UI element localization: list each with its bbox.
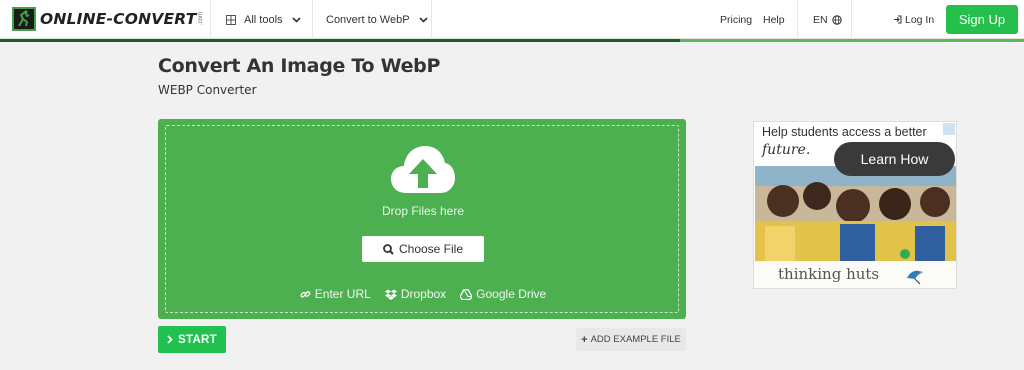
ad-photo <box>755 166 956 261</box>
page-title: Convert An Image To WebP <box>158 55 441 77</box>
start-button[interactable]: START <box>158 326 226 353</box>
ad-headline-2: future. <box>762 142 811 158</box>
logo-text: ONLINE-CONVERT <box>40 10 197 28</box>
dropbox-icon <box>384 289 397 300</box>
all-tools-label: All tools <box>244 13 283 26</box>
language-label: EN <box>813 13 828 26</box>
header-accent-left <box>0 39 680 42</box>
choose-file-button[interactable]: Choose File <box>362 236 484 262</box>
logo-com: .com <box>197 12 204 26</box>
drop-files-text: Drop Files here <box>381 204 465 218</box>
help-link[interactable]: Help <box>763 0 785 39</box>
link-icon <box>300 290 311 298</box>
pricing-link[interactable]: Pricing <box>720 0 752 39</box>
sign-up-button[interactable]: Sign Up <box>946 5 1018 34</box>
add-example-label: ADD EXAMPLE FILE <box>590 334 681 345</box>
globe-icon <box>831 14 842 25</box>
convert-to-webp-label: Convert to WebP <box>326 13 410 26</box>
chevron-down-icon <box>418 16 428 23</box>
ad-brand-text: thinking huts <box>778 265 880 283</box>
nav-divider <box>851 0 852 39</box>
google-drive-label: Google Drive <box>476 287 547 301</box>
enter-url-label: Enter URL <box>314 287 371 301</box>
all-tools-menu[interactable]: All tools <box>226 0 301 39</box>
nav-divider <box>797 0 798 39</box>
upload-sources: Enter URL Dropbox Google Drive <box>166 287 680 301</box>
file-drop-zone[interactable]: Drop Files here Choose File Enter URL Dr… <box>158 119 686 319</box>
dropbox-label: Dropbox <box>400 287 447 301</box>
convert-to-webp-menu[interactable]: Convert to WebP <box>326 0 428 39</box>
enter-url-link[interactable]: Enter URL <box>300 287 371 301</box>
choose-file-label: Choose File <box>398 242 464 256</box>
google-drive-icon <box>460 288 473 300</box>
add-example-file-button[interactable]: + ADD EXAMPLE FILE <box>576 328 686 351</box>
advertisement[interactable]: Help students access a better future. Le… <box>753 121 957 289</box>
ad-headline: Help students access a better <box>762 125 927 139</box>
plus-icon: + <box>581 333 588 346</box>
language-selector[interactable]: EN <box>813 0 842 39</box>
top-navbar: ONLINE-CONVERT .com All tools Convert to… <box>0 0 1024 39</box>
google-drive-link[interactable]: Google Drive <box>460 287 546 301</box>
site-logo[interactable]: ONLINE-CONVERT .com <box>12 7 204 31</box>
login-label: Log In <box>905 13 935 26</box>
ad-footer: thinking huts <box>754 261 956 288</box>
header-accent-right <box>680 39 1024 42</box>
cloud-upload-icon <box>391 146 455 193</box>
ad-learn-how-button[interactable]: Learn How <box>834 142 955 176</box>
page-subtitle: WEBP Converter <box>158 83 257 97</box>
search-icon <box>383 243 394 255</box>
nav-divider <box>210 0 211 39</box>
logo-icon <box>12 7 36 31</box>
start-label: START <box>178 333 217 346</box>
login-link[interactable]: Log In <box>893 0 934 39</box>
chevron-down-icon <box>291 16 301 23</box>
header-accent-bar <box>0 39 1024 42</box>
dropbox-link[interactable]: Dropbox <box>384 287 447 301</box>
drop-zone-border: Drop Files here Choose File Enter URL Dr… <box>165 125 679 313</box>
ad-choices-icon[interactable] <box>943 123 955 135</box>
grid-icon <box>226 14 236 25</box>
chevron-right-icon <box>167 335 173 344</box>
bird-logo-icon <box>907 270 923 285</box>
nav-divider <box>431 0 432 39</box>
sign-in-icon <box>894 15 902 24</box>
nav-divider <box>312 0 313 39</box>
